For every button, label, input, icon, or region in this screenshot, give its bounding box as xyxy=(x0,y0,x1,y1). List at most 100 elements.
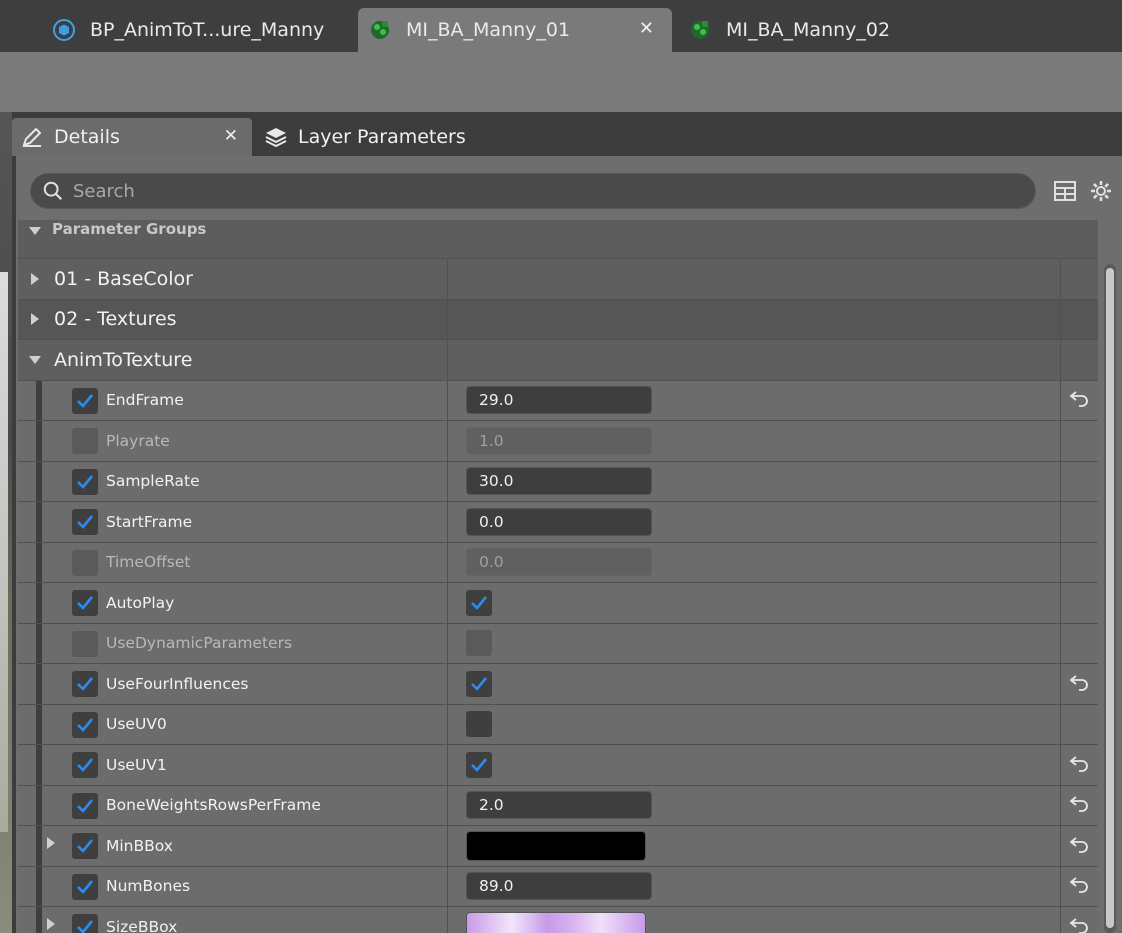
property-label: SizeBBox xyxy=(106,917,178,933)
search-box[interactable] xyxy=(30,173,1036,209)
reset-to-default-icon[interactable] xyxy=(1069,754,1089,776)
viewport-edge xyxy=(0,112,12,933)
category-label: 01 - BaseColor xyxy=(54,267,193,290)
blueprint-icon xyxy=(52,18,76,42)
indent-bar xyxy=(36,461,42,501)
property-label: BoneWeightsRowsPerFrame xyxy=(106,796,321,815)
value-checkbox[interactable] xyxy=(466,711,492,738)
override-checkbox[interactable] xyxy=(72,752,98,778)
indent-bar xyxy=(36,704,42,744)
override-checkbox[interactable] xyxy=(72,671,98,697)
search-input[interactable] xyxy=(73,180,1035,202)
number-field: 0.0 xyxy=(466,548,652,577)
reset-to-default-icon[interactable] xyxy=(1069,794,1089,816)
value-checkbox xyxy=(466,630,492,657)
value-checkbox[interactable] xyxy=(466,751,492,778)
reset-to-default-icon[interactable] xyxy=(1069,875,1089,897)
property-label: UseFourInfluences xyxy=(106,674,249,693)
override-checkbox[interactable] xyxy=(72,387,98,414)
indent-bar xyxy=(36,502,42,542)
parameter-groups-header[interactable]: Parameter Groups xyxy=(18,220,1098,259)
value-checkbox[interactable] xyxy=(466,589,492,616)
search-icon xyxy=(41,179,65,203)
layers-icon xyxy=(264,125,288,149)
scrollbar[interactable] xyxy=(1104,264,1116,933)
number-field[interactable]: 89.0 xyxy=(466,872,652,901)
number-field: 1.0 xyxy=(466,426,652,455)
doc-tab-bp-animtotexture[interactable]: BP_AnimToT...ure_Manny xyxy=(40,8,350,52)
property-list: EndFrame 29.0 Playrate 1.0 SampleRate 30.0 Sta… xyxy=(18,380,1098,933)
reset-to-default-icon[interactable] xyxy=(1069,673,1089,695)
override-checkbox[interactable] xyxy=(72,792,98,819)
property-row-start-frame: StartFrame 0.0 xyxy=(18,502,1098,543)
property-row-time-offset: TimeOffset 0.0 xyxy=(18,542,1098,583)
color-swatch[interactable] xyxy=(466,830,646,861)
tab-layer-parameters[interactable]: Layer Parameters xyxy=(256,118,496,156)
material-instance-icon xyxy=(688,18,712,42)
tab-details[interactable]: Details ✕ xyxy=(12,118,252,156)
override-checkbox[interactable] xyxy=(72,549,98,576)
pencil-icon xyxy=(20,125,44,149)
override-checkbox[interactable] xyxy=(72,428,98,454)
doc-tab-mi-ba-manny-01[interactable]: MI_BA_Manny_01 ✕ xyxy=(358,8,672,52)
toolbar-strip xyxy=(0,52,1122,112)
table-icon[interactable] xyxy=(1052,178,1078,204)
property-label: Playrate xyxy=(106,431,170,450)
number-field[interactable]: 2.0 xyxy=(466,791,652,820)
override-checkbox[interactable] xyxy=(72,711,98,738)
property-row-end-frame: EndFrame 29.0 xyxy=(18,380,1098,421)
close-tab-icon[interactable]: ✕ xyxy=(224,126,238,146)
number-field[interactable]: 29.0 xyxy=(466,386,652,415)
category-row-animtotexture[interactable]: AnimToTexture xyxy=(18,340,1098,381)
property-row-use-uv0: UseUV0 xyxy=(18,704,1098,745)
value-checkbox[interactable] xyxy=(466,670,492,697)
property-row-size-bbox: SizeBBox xyxy=(18,907,1098,933)
property-label: SampleRate xyxy=(106,472,200,491)
property-row-use-dynamic-parameters: UseDynamicParameters xyxy=(18,623,1098,664)
property-row-bone-weights-rows-per-frame: BoneWeightsRowsPerFrame 2.0 xyxy=(18,785,1098,826)
property-label: TimeOffset xyxy=(106,553,191,572)
category-label: AnimToTexture xyxy=(54,348,193,371)
property-label: NumBones xyxy=(106,877,191,896)
override-checkbox[interactable] xyxy=(72,914,98,933)
indent-bar xyxy=(36,421,42,461)
doc-tab-label: MI_BA_Manny_01 xyxy=(406,19,571,41)
override-checkbox[interactable] xyxy=(72,833,98,859)
chevron-right-icon xyxy=(24,268,46,290)
indent-bar xyxy=(36,866,42,906)
panel-tab-bar: Details ✕ Layer Parameters xyxy=(12,112,1122,156)
chevron-right-icon[interactable] xyxy=(46,835,56,854)
close-tab-icon[interactable]: ✕ xyxy=(639,18,654,39)
property-row-use-four-influences: UseFourInfluences xyxy=(18,664,1098,705)
search-row xyxy=(16,156,1122,220)
override-checkbox[interactable] xyxy=(72,509,98,535)
scrollbar-thumb[interactable] xyxy=(1106,268,1114,928)
indent-bar xyxy=(36,745,42,785)
override-checkbox[interactable] xyxy=(72,468,98,495)
number-field[interactable]: 0.0 xyxy=(466,507,652,536)
reset-to-default-icon[interactable] xyxy=(1069,916,1089,933)
number-field[interactable]: 30.0 xyxy=(466,467,652,496)
property-label: UseUV0 xyxy=(106,715,167,734)
override-checkbox[interactable] xyxy=(72,630,98,657)
indent-bar xyxy=(36,907,42,933)
indent-bar xyxy=(36,826,42,866)
property-label: EndFrame xyxy=(106,391,184,410)
doc-tab-mi-ba-manny-02[interactable]: MI_BA_Manny_02 xyxy=(676,8,976,52)
color-swatch[interactable] xyxy=(466,911,646,933)
tab-label: Layer Parameters xyxy=(298,126,466,148)
indent-bar xyxy=(36,785,42,825)
property-label: UseUV1 xyxy=(106,755,167,774)
material-instance-icon xyxy=(368,18,392,42)
reset-to-default-icon[interactable] xyxy=(1069,389,1089,411)
gear-icon[interactable] xyxy=(1088,178,1114,204)
property-label: UseDynamicParameters xyxy=(106,634,293,653)
override-checkbox[interactable] xyxy=(72,590,98,616)
doc-tab-label: MI_BA_Manny_02 xyxy=(726,19,891,41)
category-label: 02 - Textures xyxy=(54,308,177,331)
chevron-right-icon[interactable] xyxy=(46,916,56,933)
category-row-basecolor[interactable]: 01 - BaseColor xyxy=(18,259,1098,300)
reset-to-default-icon[interactable] xyxy=(1069,835,1089,857)
override-checkbox[interactable] xyxy=(72,873,98,900)
category-row-textures[interactable]: 02 - Textures xyxy=(18,299,1098,340)
